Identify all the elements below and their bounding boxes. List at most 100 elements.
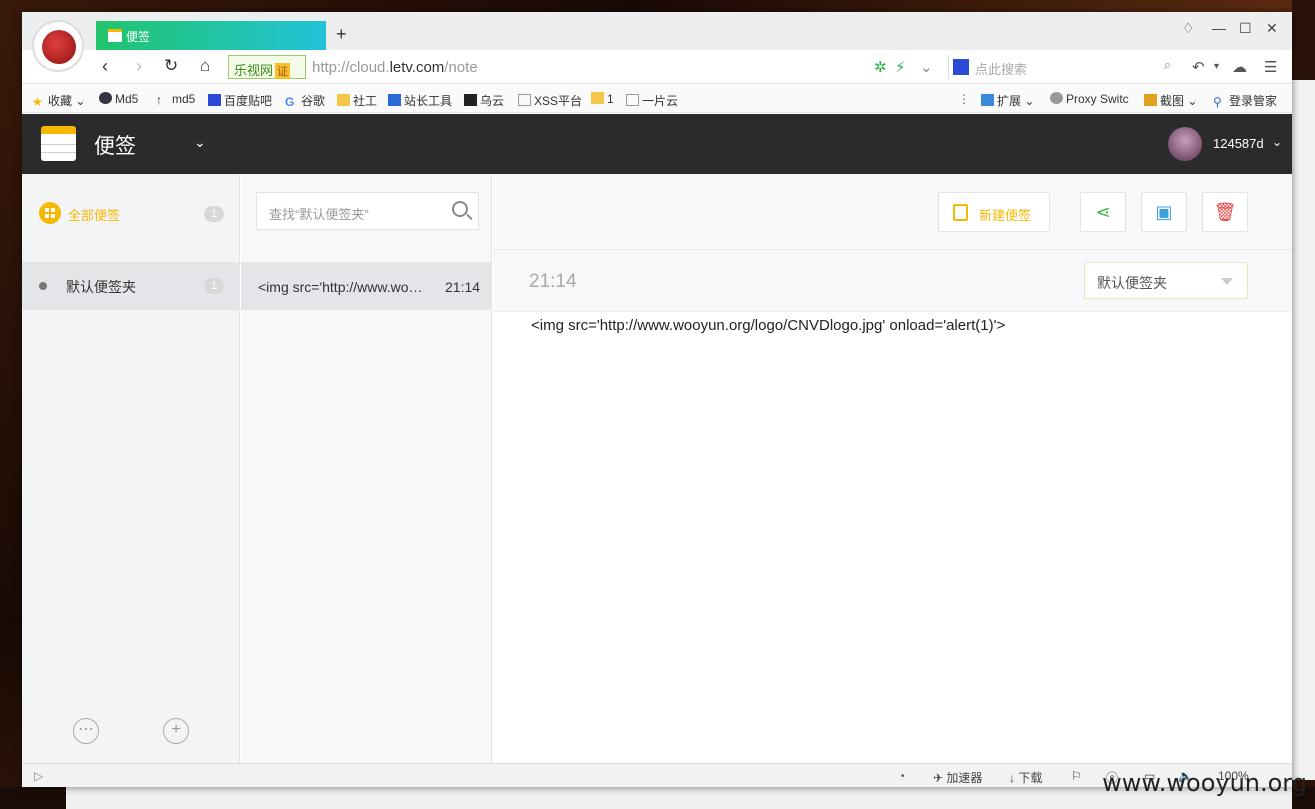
bookmark-wooyun[interactable]: 乌云: [464, 92, 504, 109]
all-notes-item[interactable]: 全部便签 1: [22, 174, 240, 248]
bookmark-webmaster[interactable]: 站长工具: [388, 92, 452, 109]
bookmark-label: Md5: [115, 92, 139, 106]
user-avatar[interactable]: [1168, 127, 1202, 161]
cloud-icon[interactable]: ☁: [1232, 58, 1247, 76]
bookmarks-bar: ★ 收藏 ⌄ Md5 ↑ md5 百度贴吧 G 谷歌 社工 站长工具 乌云 XSS平台…: [22, 85, 1292, 113]
search-placeholder: 点此搜索: [975, 62, 1028, 77]
page-icon: [518, 94, 531, 106]
folder-icon: [591, 92, 604, 104]
more-options-button[interactable]: ⋯: [73, 718, 99, 744]
browser-tab[interactable]: 便签: [96, 21, 326, 50]
bookmark-label: 截图: [1160, 94, 1185, 108]
flag-icon[interactable]: ⚐: [1071, 769, 1082, 783]
browser-avatar[interactable]: [32, 20, 84, 72]
folder-label: 默认便签夹: [66, 279, 136, 295]
bookmark-favorites[interactable]: ★ 收藏 ⌄: [32, 92, 85, 109]
reload-icon[interactable]: ↻: [164, 56, 178, 76]
refresh-status-icon[interactable]: ✲: [874, 58, 887, 76]
bookmark-screenshot[interactable]: 截图 ⌄: [1144, 92, 1197, 109]
undo-icon[interactable]: ↶: [1192, 58, 1205, 76]
all-notes-label: 全部便签: [68, 208, 121, 223]
bolt-icon[interactable]: ⚡: [895, 58, 906, 76]
bookmark-label: 乌云: [480, 94, 505, 108]
add-folder-button[interactable]: +: [163, 718, 189, 744]
username[interactable]: 124587d: [1213, 136, 1264, 151]
note-time: 21:14: [445, 279, 481, 295]
bookmark-xss[interactable]: XSS平台: [518, 92, 582, 109]
insert-image-button[interactable]: ▣: [1141, 192, 1187, 232]
bookmark-label: 登录管家: [1229, 94, 1278, 108]
sidebar-item-default-folder[interactable]: 默认便签夹 1: [22, 262, 240, 310]
bookmark-md5-b[interactable]: ↑ md5: [156, 92, 195, 107]
bookmark-label: 百度贴吧: [224, 94, 273, 108]
folder-select[interactable]: 默认便签夹: [1084, 262, 1248, 299]
desktop-background-right: [1292, 0, 1315, 809]
notes-logo-icon: [41, 126, 76, 161]
delete-button[interactable]: 🗑: [1202, 192, 1248, 232]
bookmark-md5-a[interactable]: Md5: [99, 92, 138, 106]
bookmark-yipianyun[interactable]: 一片云: [626, 92, 678, 109]
bookmark-label: 站长工具: [404, 94, 453, 108]
accelerator-button[interactable]: ✈ 加速器: [933, 769, 982, 786]
forward-icon[interactable]: ›: [136, 56, 142, 77]
trash-icon: 🗑: [1213, 202, 1237, 222]
note-timestamp: 21:14: [529, 271, 577, 292]
baidu-icon: [208, 94, 221, 106]
chevron-down-icon: [1221, 278, 1233, 285]
search-input[interactable]: 点此搜索 ⌕: [948, 55, 1171, 79]
site-badge-label: 乐视网: [234, 63, 274, 78]
accelerator-label: 加速器: [946, 771, 983, 785]
speed-icon[interactable]: ◔: [898, 769, 905, 783]
editor-toolbar: 新建便签 ⋖ ▣ 🗑: [493, 174, 1292, 250]
note-editor[interactable]: <img src='http://www.wooyun.org/logo/CNV…: [493, 312, 1292, 763]
arrow-icon: ↑: [156, 93, 162, 107]
bookmark-extensions[interactable]: 扩展 ⌄: [981, 92, 1034, 109]
bookmark-label: 扩展: [997, 94, 1022, 108]
new-note-button[interactable]: 新建便签: [938, 192, 1050, 232]
site-badge[interactable]: 乐视网证: [228, 55, 306, 79]
chevron-down-icon[interactable]: ⌄: [194, 134, 206, 151]
tab-title: 便签: [126, 30, 151, 44]
chevron-down-icon[interactable]: ⌄: [1272, 135, 1282, 149]
browser-window: 便签 + ♢ — ☐ ✕ ‹ › ↻ ⌂ 乐视网证 http://cloud.l…: [22, 12, 1292, 787]
undo-menu-icon[interactable]: ▾: [1214, 61, 1219, 72]
bookmark-google[interactable]: G 谷歌: [285, 92, 325, 109]
menu-icon[interactable]: ☰: [1264, 58, 1277, 76]
bookmark-label: 收藏: [48, 94, 73, 108]
new-tab-button[interactable]: +: [336, 24, 347, 45]
note-preview: <img src='http://www.wooyun.org/logo/CNV…: [258, 279, 430, 295]
address-bar: ‹ › ↻ ⌂ 乐视网证 http://cloud.letv.com/note …: [22, 50, 1292, 84]
home-icon[interactable]: ⌂: [200, 56, 210, 76]
all-notes-count: 1: [204, 206, 224, 222]
bookmark-folder-social[interactable]: 社工: [337, 92, 377, 109]
note-search-input[interactable]: 查找“默认便签夹”: [256, 192, 479, 230]
note-content[interactable]: <img src='http://www.wooyun.org/logo/CNV…: [531, 317, 1005, 334]
bookmark-proxy[interactable]: Proxy Switc: [1050, 92, 1129, 106]
download-button[interactable]: ↓ 下载: [1009, 769, 1042, 786]
bookmark-login[interactable]: ⚲ 登录管家: [1213, 92, 1277, 109]
url-domain: letv.com: [389, 59, 445, 76]
sidebar-toggle-icon[interactable]: ▷: [34, 769, 43, 783]
bookmark-label: 谷歌: [301, 94, 326, 108]
search-icon[interactable]: ⌕: [1164, 57, 1171, 73]
bookmark-label: 社工: [353, 94, 378, 108]
minimize-button[interactable]: —: [1212, 20, 1226, 36]
download-label: 下载: [1018, 771, 1043, 785]
close-button[interactable]: ✕: [1266, 20, 1278, 37]
note-icon: [108, 29, 122, 42]
back-icon[interactable]: ‹: [102, 56, 108, 77]
bookmark-folder-1[interactable]: 1: [591, 92, 614, 106]
background-window: [1292, 80, 1315, 780]
share-button[interactable]: ⋖: [1080, 192, 1126, 232]
chevron-down-icon[interactable]: ⌄: [920, 58, 933, 76]
app-title[interactable]: 便签: [94, 130, 136, 160]
url-field[interactable]: http://cloud.letv.com/note: [312, 59, 478, 76]
more-icon[interactable]: ⋮: [958, 92, 970, 106]
app-header: 便签 ⌄ 124587d ⌄: [22, 114, 1292, 174]
maximize-button[interactable]: ☐: [1239, 20, 1252, 37]
bookmark-tieba[interactable]: 百度贴吧: [208, 92, 272, 109]
search-icon[interactable]: [452, 201, 468, 217]
skin-icon[interactable]: ♢: [1182, 20, 1195, 37]
list-item[interactable]: <img src='http://www.wooyun.org/logo/CNV…: [241, 262, 492, 310]
editor-header: 21:14 默认便签夹: [493, 250, 1292, 312]
